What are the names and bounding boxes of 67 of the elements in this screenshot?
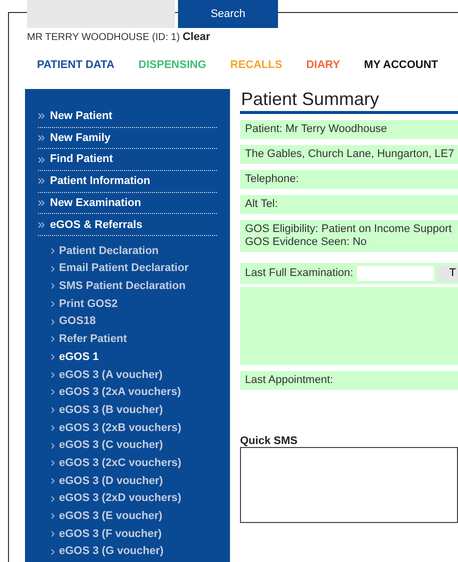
chevron-icon	[51, 478, 55, 484]
submenu-item[interactable]: eGOS 3 (2xA vouchers)	[59, 384, 181, 401]
info-row: Alt Tel:	[240, 195, 458, 214]
info-row: Last Appointment:	[240, 371, 458, 390]
submenu-item[interactable]: eGOS 3 (2xC vouchers)	[59, 454, 182, 472]
submenu-item[interactable]: eGOS 1	[59, 348, 99, 366]
double-chevron-icon	[38, 135, 45, 142]
sidebar-item[interactable]: eGOS & Referrals	[50, 216, 142, 234]
chevron-icon	[51, 301, 55, 308]
chevron-icon	[51, 389, 55, 396]
nav-tab[interactable]: MY ACCOUNT	[364, 56, 438, 73]
page-title: Patient Summary	[240, 89, 458, 114]
date-field[interactable]	[357, 266, 434, 281]
info-row: Telephone:	[240, 170, 458, 189]
submenu-item[interactable]: eGOS 3 (B voucher)	[59, 402, 163, 418]
submenu-item[interactable]: eGOS 3 (2xD vouchers)	[59, 490, 182, 507]
submenu-item[interactable]: Refer Patient	[59, 331, 127, 348]
patient-name: MR TERRY WOODHOUSE (ID: 1)	[27, 32, 180, 43]
submenu-item[interactable]: GOS18	[59, 313, 96, 330]
info-row: Patient: Mr Terry Woodhouse	[240, 120, 458, 139]
submenu-item[interactable]: eGOS 3 (F voucher)	[59, 526, 162, 542]
chevron-icon	[51, 460, 55, 466]
submenu-item[interactable]: Print GOS2	[59, 296, 118, 312]
submenu-item[interactable]: eGOS 3 (A voucher)	[59, 366, 163, 384]
chevron-icon	[51, 548, 55, 555]
chevron-icon	[51, 372, 55, 378]
section-label: Quick SMS	[240, 435, 298, 447]
sidebar-item[interactable]: New Examination	[50, 194, 142, 212]
chevron-icon	[51, 442, 55, 449]
search-button[interactable]: Search	[178, 0, 278, 28]
submenu-item[interactable]: SMS Patient Declaration	[59, 278, 186, 295]
chevron-icon	[51, 530, 55, 537]
info-row: GOS Eligibility: Patient on Income Support GOS Evidence Seen: No	[240, 220, 458, 252]
sms-textarea[interactable]	[240, 447, 458, 523]
submenu-item[interactable]: eGOS 3 (2xB vouchers)	[59, 420, 182, 436]
sidebar-item[interactable]: New Patient	[50, 108, 112, 125]
double-chevron-icon	[38, 178, 45, 184]
chevron-icon	[51, 496, 55, 502]
double-chevron-icon	[38, 113, 45, 120]
double-chevron-icon	[38, 156, 45, 163]
info-row: The Gables, Church Lane, Hungarton, LE7	[240, 145, 458, 164]
clear-link[interactable]: Clear	[182, 31, 210, 43]
submenu-item[interactable]: eGOS 3 (C voucher)	[59, 437, 163, 454]
nav-tab[interactable]: PATIENT DATA	[37, 56, 114, 73]
chevron-icon	[51, 424, 55, 431]
sidebar-item[interactable]: New Family	[50, 130, 111, 146]
chevron-icon	[51, 407, 55, 414]
chevron-icon	[51, 248, 55, 254]
chevron-icon	[51, 354, 55, 360]
chevron-icon	[51, 318, 55, 325]
submenu-item[interactable]: Email Patient Declaratior	[59, 260, 189, 277]
sidebar-item[interactable]: Patient Information	[50, 173, 150, 190]
field-label: Last Full Examination:	[245, 267, 354, 280]
chevron-icon	[51, 513, 55, 520]
chevron-icon	[51, 266, 55, 272]
chevron-icon	[51, 283, 55, 290]
double-chevron-icon	[38, 222, 45, 228]
submenu-item[interactable]: eGOS 3 (G voucher)	[59, 543, 164, 560]
double-chevron-icon	[38, 200, 45, 206]
action-button[interactable]: T	[437, 266, 458, 281]
submenu-item[interactable]: eGOS 3 (D voucher)	[59, 472, 163, 490]
submenu-item[interactable]: eGOS 3 (E voucher)	[59, 508, 162, 525]
submenu-item[interactable]: Patient Declaration	[59, 242, 159, 260]
search-field[interactable]	[27, 0, 175, 28]
nav-tab[interactable]: DIARY	[306, 56, 340, 73]
chevron-icon	[51, 336, 55, 342]
sidebar-item[interactable]: Find Patient	[50, 151, 113, 168]
